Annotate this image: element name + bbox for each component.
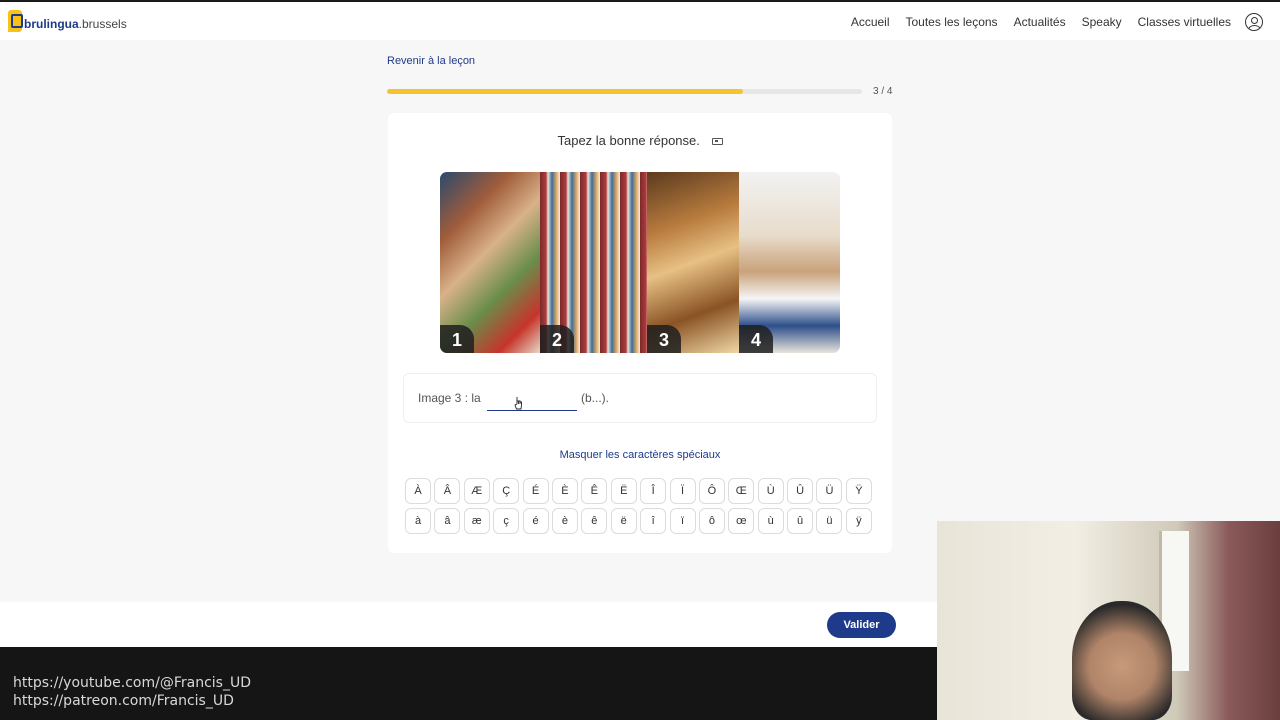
special-char-key[interactable]: À: [405, 478, 431, 504]
special-char-key[interactable]: Œ: [728, 478, 755, 504]
image-panel-library: 2: [540, 172, 647, 353]
image-badge: 3: [647, 325, 681, 353]
special-chars-keyboard: À Â Æ Ç É È Ê Ë Î Ï Ô Œ Ù Û Ü Ÿ à â æ ç …: [405, 478, 877, 534]
special-char-key[interactable]: ë: [610, 508, 637, 534]
special-char-key[interactable]: û: [787, 508, 814, 534]
special-char-key[interactable]: Ù: [757, 478, 784, 504]
translate-icon[interactable]: [711, 138, 723, 146]
answer-input[interactable]: [487, 387, 577, 411]
hand-cursor-icon: [514, 397, 522, 410]
special-char-key[interactable]: Ë: [610, 478, 637, 504]
special-char-key[interactable]: ü: [816, 508, 843, 534]
toggle-special-chars-link[interactable]: Masquer les caractères spéciaux: [388, 449, 892, 461]
instruction-row: Tapez la bonne réponse.: [388, 133, 892, 148]
bottom-action-bar: [0, 602, 937, 647]
youtube-link-text: https://youtube.com/@Francis_UD: [13, 675, 251, 691]
special-char-key[interactable]: é: [522, 508, 549, 534]
logo-text: brulingua: [24, 17, 79, 31]
special-char-key[interactable]: Æ: [463, 478, 490, 504]
special-char-key[interactable]: Ï: [669, 478, 696, 504]
image-panel-cashier: 4: [739, 172, 840, 353]
special-char-key[interactable]: Î: [640, 478, 667, 504]
special-char-key[interactable]: œ: [728, 508, 755, 534]
user-account-icon[interactable]: [1245, 13, 1263, 31]
special-char-key[interactable]: Ç: [493, 478, 520, 504]
image-badge: 2: [540, 325, 574, 353]
special-char-key[interactable]: î: [640, 508, 667, 534]
nav-item-lessons[interactable]: Toutes les leçons: [906, 15, 998, 29]
special-char-key[interactable]: Ô: [698, 478, 725, 504]
special-char-key[interactable]: È: [551, 478, 578, 504]
special-char-key[interactable]: Â: [434, 478, 461, 504]
special-char-key[interactable]: ï: [669, 508, 696, 534]
special-char-key[interactable]: Ÿ: [845, 478, 872, 504]
webcam-person: [1072, 601, 1172, 720]
special-char-key[interactable]: è: [551, 508, 578, 534]
special-char-key[interactable]: Ü: [816, 478, 843, 504]
special-char-key[interactable]: à: [405, 508, 431, 534]
nav-item-news[interactable]: Actualités: [1014, 15, 1066, 29]
instruction-text: Tapez la bonne réponse.: [557, 133, 700, 148]
special-char-key[interactable]: ô: [698, 508, 725, 534]
image-panel-supermarket: 1: [440, 172, 540, 353]
progress-counter: 3 / 4: [873, 86, 893, 97]
nav-item-speaky[interactable]: Speaky: [1082, 15, 1122, 29]
brand-logo[interactable]: brulingua .brussels: [8, 10, 127, 32]
answer-row: Image 3 : la (b...).: [403, 373, 877, 423]
exercise-card: Tapez la bonne réponse. 1 2 3 4 Image 3 …: [388, 113, 892, 553]
validate-button[interactable]: Valider: [827, 612, 896, 638]
special-char-key[interactable]: Ê: [581, 478, 608, 504]
nav-item-virtual-classes[interactable]: Classes virtuelles: [1138, 15, 1231, 29]
image-badge: 4: [739, 325, 773, 353]
webcam-overlay: [937, 521, 1280, 720]
progress-bar: [387, 89, 862, 94]
special-char-key[interactable]: æ: [463, 508, 490, 534]
exercise-image: 1 2 3 4: [440, 172, 840, 353]
special-char-key[interactable]: ç: [493, 508, 520, 534]
logo-icon: [8, 10, 23, 32]
special-char-key[interactable]: ù: [757, 508, 784, 534]
logo-suffix: .brussels: [78, 17, 127, 31]
back-to-lesson-link[interactable]: Revenir à la leçon: [387, 55, 475, 67]
image-panel-bakery: 3: [647, 172, 739, 353]
special-char-key[interactable]: É: [522, 478, 549, 504]
progress-bar-fill: [387, 89, 744, 94]
answer-hint: (b...).: [581, 391, 610, 405]
question-prefix: Image 3 : la: [418, 391, 481, 405]
special-char-key[interactable]: ÿ: [845, 508, 872, 534]
top-navbar: brulingua .brussels Accueil Toutes les l…: [0, 0, 1280, 40]
special-char-key[interactable]: ê: [581, 508, 608, 534]
main-nav: Accueil Toutes les leçons Actualités Spe…: [851, 15, 1231, 29]
image-badge: 1: [440, 325, 474, 353]
special-char-key[interactable]: Û: [787, 478, 814, 504]
patreon-link-text: https://patreon.com/Francis_UD: [13, 693, 234, 709]
nav-item-accueil[interactable]: Accueil: [851, 15, 890, 29]
special-char-key[interactable]: â: [434, 508, 461, 534]
